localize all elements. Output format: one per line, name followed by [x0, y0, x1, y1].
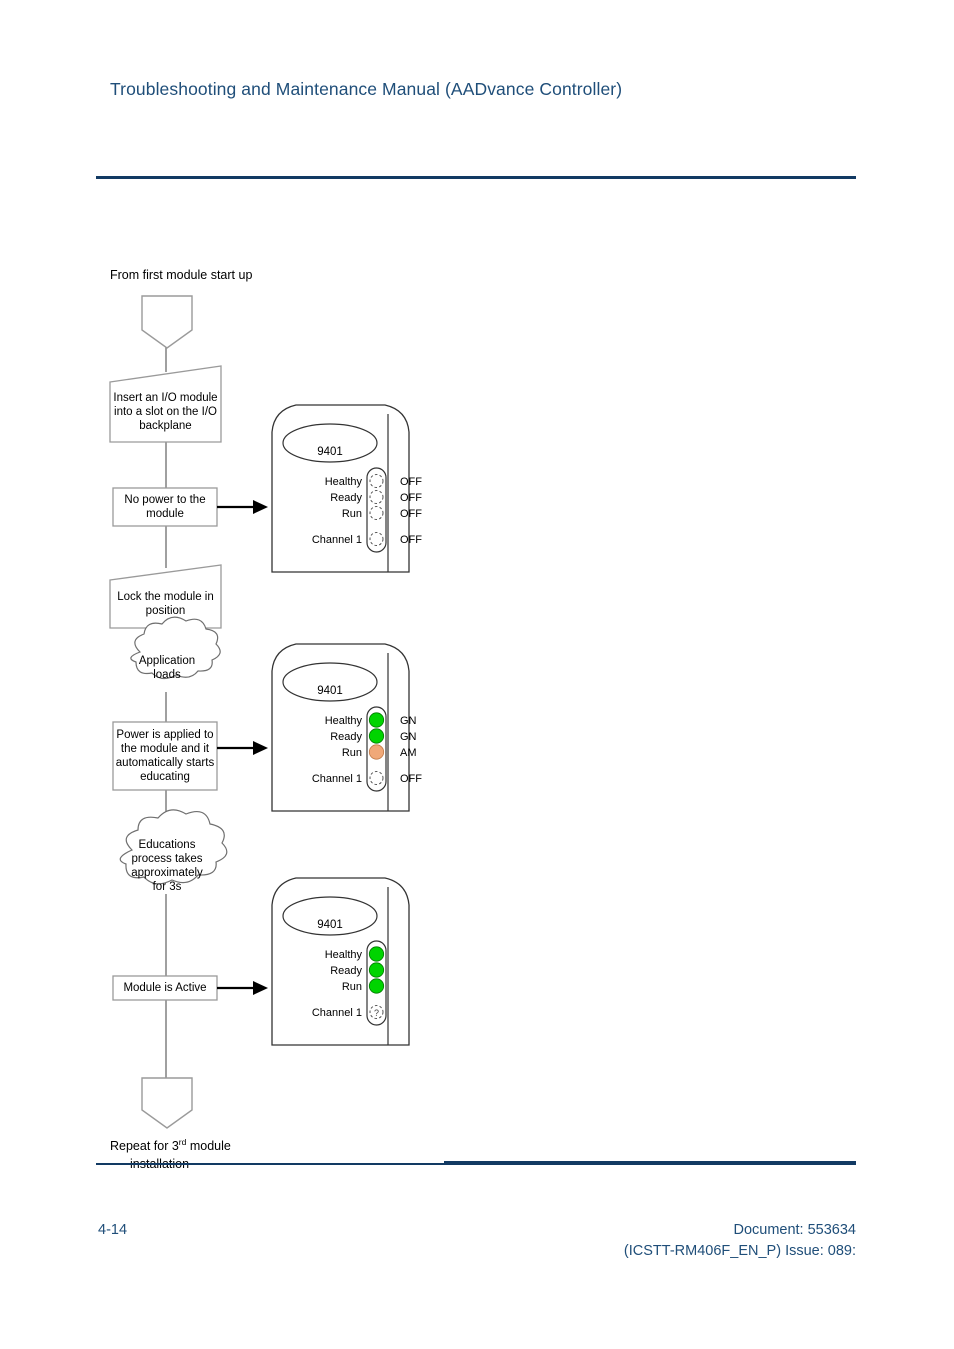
arrow-to-module-panel-1: [217, 500, 268, 514]
end-terminator-shape: [141, 1077, 193, 1129]
footer-divider-right: [444, 1161, 856, 1165]
module-panel-1-model: 9401: [317, 446, 343, 458]
end-label-suffix: module: [186, 1139, 231, 1154]
step-label-module-active: Module is Active: [123, 982, 207, 994]
arrow-to-module-panel-3: [217, 981, 268, 995]
module-panel-2-model: 9401: [317, 685, 343, 697]
module-panel-2-led-label-run: Run: [341, 747, 362, 759]
step-label-application-loads: Application loads: [138, 655, 196, 681]
document-page: Troubleshooting and Maintenance Manual (…: [0, 0, 954, 1349]
module-panel-1-led-state-channel1: OFF: [400, 534, 422, 546]
channel-unknown-glyph: ?: [374, 1008, 379, 1018]
module-panel-2-led-label-channel1: Channel 1: [311, 773, 362, 785]
footer-document-info: Document: 553634 (ICSTT-RM406F_EN_P) Iss…: [624, 1220, 856, 1262]
module-panel-1-led-label-channel1: Channel 1: [311, 534, 362, 546]
step-label-lock-module: Lock the module in position: [117, 591, 214, 617]
module-panel-1-led-label-ready: Ready: [330, 492, 362, 504]
module-panel-3-led-label-channel1: Channel 1: [311, 1007, 362, 1019]
page-title: Troubleshooting and Maintenance Manual (…: [110, 79, 623, 99]
module-panel-1-led-state-run: OFF: [400, 508, 422, 520]
step-label-education-process: Educations process takes approximately for …: [131, 839, 203, 893]
header-divider: [96, 176, 856, 179]
step-label-no-power: No power to the module: [124, 494, 206, 520]
module-panel-1-led-label-healthy: Healthy: [324, 476, 362, 488]
module-panel-2-led-state-channel1: OFF: [400, 773, 422, 785]
start-terminator-shape: [141, 295, 193, 349]
end-label-prefix: Repeat for 3: [110, 1139, 179, 1154]
footer-divider-left: [96, 1163, 444, 1165]
step-label-insert-module: Insert an I/O module into a slot on the I…: [113, 392, 218, 432]
flowchart-end-label: Repeat for 3rd moduleinstallation: [110, 1133, 231, 1173]
flowchart-start-label: From first module start up: [110, 268, 253, 282]
footer-document-number: Document: 553634: [733, 1222, 856, 1238]
module-panel-1-led-label-run: Run: [341, 508, 362, 520]
module-panel-3-model: 9401: [317, 919, 343, 931]
arrow-to-module-panel-2: [217, 741, 268, 755]
module-panel-3-led-label-run: Run: [341, 981, 362, 993]
module-panel-2-led-state-healthy: GN: [400, 715, 417, 727]
footer-document-issue: (ICSTT-RM406F_EN_P) Issue: 089:: [623, 1243, 856, 1259]
module-panel-1-led-state-healthy: OFF: [400, 476, 422, 488]
step-label-power-applied: Power is applied to the module and it auto…: [115, 729, 215, 783]
module-panel-2-led-state-run: AM: [400, 747, 417, 759]
module-panel-2-led-state-ready: GN: [400, 731, 417, 743]
footer-page-number: 4-14: [98, 1222, 128, 1238]
module-panel-3-led-label-healthy: Healthy: [324, 949, 362, 961]
module-panel-3-led-label-ready: Ready: [330, 965, 362, 977]
module-panel-1-led-state-ready: OFF: [400, 492, 422, 504]
module-panel-2-led-label-ready: Ready: [330, 731, 362, 743]
module-panel-2-led-label-healthy: Healthy: [324, 715, 362, 727]
